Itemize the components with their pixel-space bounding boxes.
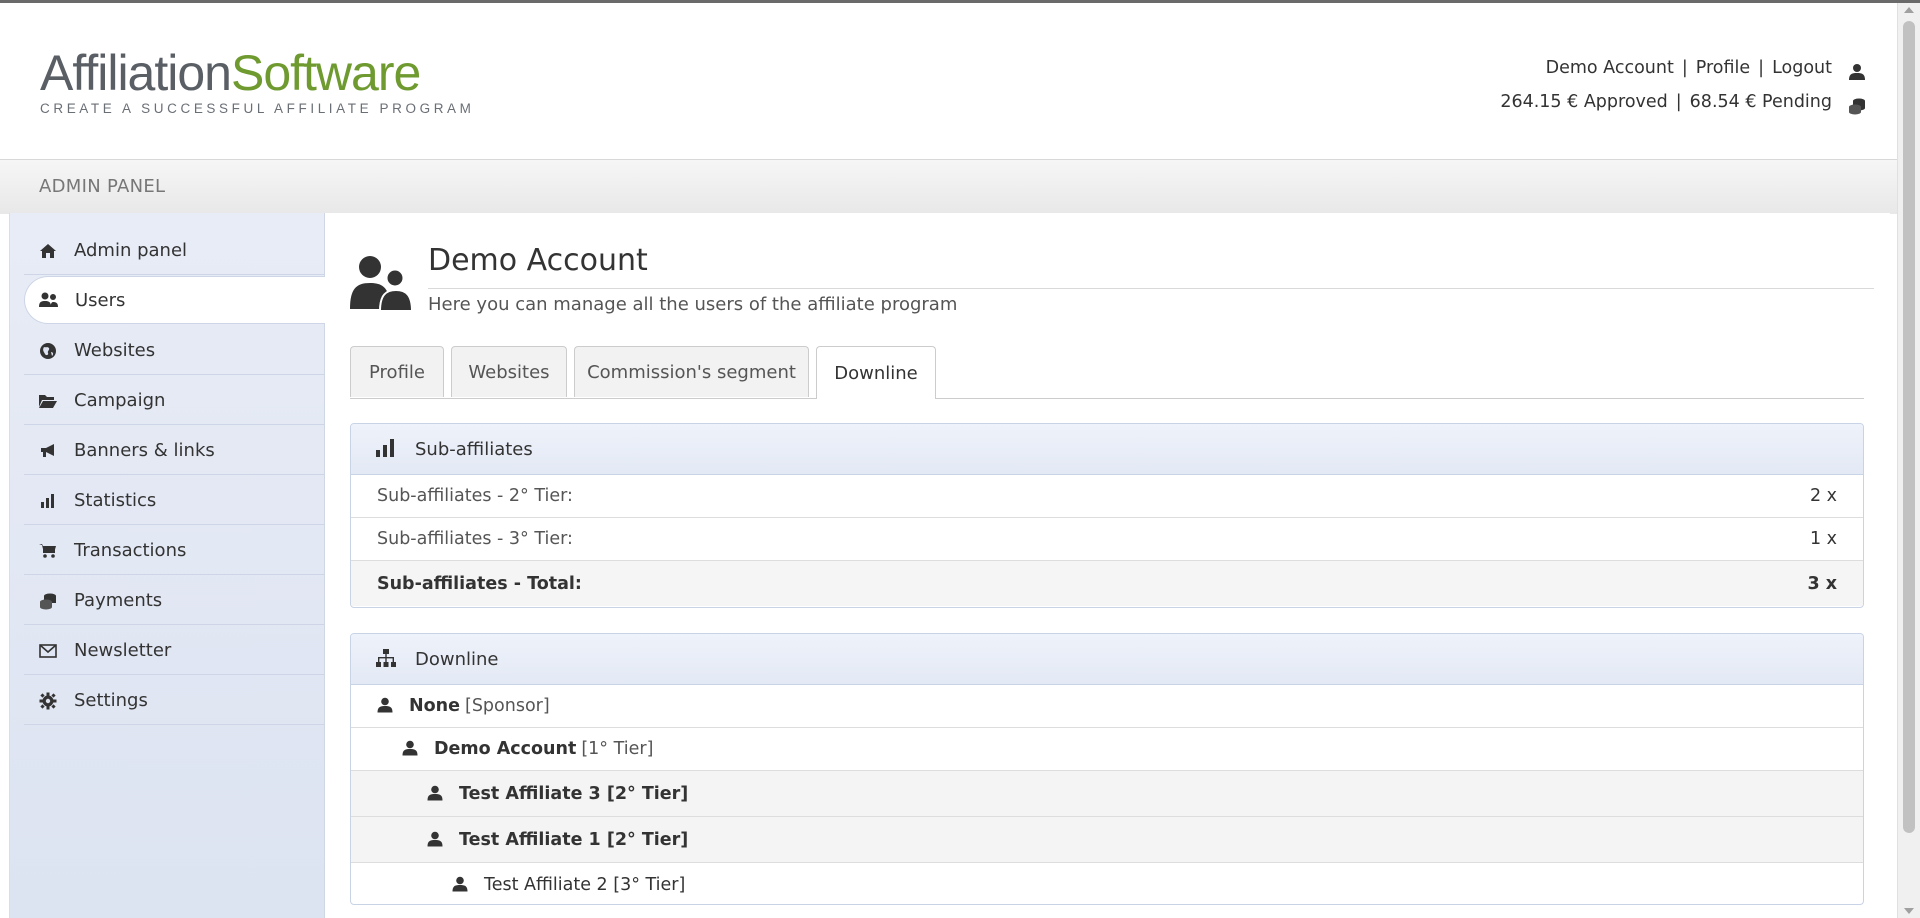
users-icon: [39, 290, 59, 310]
logout-link[interactable]: Logout: [1772, 51, 1832, 85]
logo-tagline: CREATE A SUCCESSFUL AFFILIATE PROGRAM: [40, 101, 475, 116]
gear-icon: [38, 691, 58, 711]
cart-icon: [38, 541, 58, 561]
downline-row-tier1: Demo Account [1° Tier]: [351, 728, 1863, 771]
subaffiliates-panel: Sub-affiliates Sub-affiliates - 2° Tier:…: [350, 423, 1864, 608]
user-links: Demo Account | Profile | Logout 264.15 €…: [1500, 51, 1866, 119]
page-scrollbar[interactable]: [1897, 3, 1920, 918]
downline-row-sponsor: None [Sponsor]: [351, 685, 1863, 728]
sidebar-item-newsletter[interactable]: Newsletter: [24, 627, 324, 675]
downline-name: Test Affiliate 2 [3° Tier]: [484, 874, 686, 895]
page-body: Admin panel Users Websites Campaign Bann…: [9, 213, 1890, 918]
bar-chart-icon: [375, 438, 397, 460]
approved-balance: 264.15 € Approved: [1500, 92, 1668, 112]
sidebar: Admin panel Users Websites Campaign Bann…: [10, 213, 325, 918]
downline-row-test-affiliate-1[interactable]: Test Affiliate 1 [2° Tier]: [351, 817, 1863, 863]
sidebar-item-label: Settings: [74, 690, 148, 711]
downline-tier: [Sponsor]: [465, 696, 550, 716]
downline-name: Demo Account: [434, 739, 577, 759]
sidebar-item-label: Admin panel: [74, 240, 188, 261]
downline-name[interactable]: Test Affiliate 1 [2° Tier]: [459, 830, 688, 850]
subaffiliates-row-tier3: Sub-affiliates - 3° Tier: 1 x: [351, 518, 1863, 561]
page-title: Demo Account: [428, 243, 648, 278]
panel-header: Sub-affiliates: [351, 424, 1863, 475]
title-divider: [428, 288, 1874, 289]
scroll-down-icon[interactable]: [1904, 908, 1914, 914]
downline-name[interactable]: Test Affiliate 3 [2° Tier]: [459, 784, 688, 804]
logo-word-affiliation: Affiliation: [40, 45, 232, 101]
coins-icon: [1848, 93, 1866, 115]
row-value: 1 x: [1809, 529, 1837, 549]
user-icon: [452, 876, 470, 894]
sidebar-item-label: Newsletter: [74, 640, 172, 661]
sitemap-icon: [375, 648, 397, 670]
sidebar-item-users[interactable]: Users: [24, 276, 325, 324]
downline-row-test-affiliate-2: Test Affiliate 2 [3° Tier]: [351, 863, 1863, 904]
scrollbar-thumb[interactable]: [1903, 21, 1915, 833]
bar-chart-icon: [38, 491, 58, 511]
subaffiliates-row-total: Sub-affiliates - Total: 3 x: [351, 561, 1863, 606]
account-link[interactable]: Demo Account: [1546, 51, 1674, 85]
sidebar-item-label: Statistics: [74, 490, 157, 511]
row-label: Sub-affiliates - 3° Tier:: [377, 529, 573, 549]
home-icon: [38, 241, 58, 261]
subaffiliates-row-tier2: Sub-affiliates - 2° Tier: 2 x: [351, 475, 1863, 518]
user-icon: [427, 785, 445, 803]
row-value: 2 x: [1809, 486, 1837, 506]
row-label: Sub-affiliates - Total:: [377, 573, 582, 594]
sidebar-item-settings[interactable]: Settings: [24, 677, 324, 725]
sidebar-item-transactions[interactable]: Transactions: [24, 527, 324, 575]
page-subtitle: Here you can manage all the users of the…: [428, 294, 958, 315]
pending-balance: 68.54 € Pending: [1689, 92, 1832, 112]
sidebar-item-label: Users: [75, 289, 126, 311]
user-icon: [377, 697, 395, 715]
site-header: AffiliationSoftware CREATE A SUCCESSFUL …: [0, 3, 1898, 159]
sidebar-item-payments[interactable]: Payments: [24, 577, 324, 625]
bullhorn-icon: [38, 441, 58, 461]
admin-panel-bar: ADMIN PANEL: [0, 159, 1898, 214]
downline-name: None: [409, 696, 460, 716]
panel-title: Downline: [415, 648, 499, 670]
downline-panel: Downline None [Sponsor] Demo Account [1° T…: [350, 633, 1864, 905]
sidebar-item-statistics[interactable]: Statistics: [24, 477, 324, 525]
globe-icon: [38, 341, 58, 361]
downline-tier: [1° Tier]: [581, 739, 654, 759]
sidebar-item-label: Campaign: [74, 390, 166, 411]
row-label: Sub-affiliates - 2° Tier:: [377, 486, 573, 506]
users-large-icon: [350, 253, 414, 313]
sidebar-item-label: Transactions: [74, 540, 187, 561]
envelope-icon: [38, 641, 58, 661]
user-icon: [402, 740, 420, 758]
tab-profile[interactable]: Profile: [350, 346, 444, 397]
folder-open-icon: [38, 391, 58, 411]
user-icon: [1848, 59, 1866, 80]
panel-header: Downline: [351, 634, 1863, 685]
page-header: Demo Account Here you can manage all the…: [350, 243, 1874, 323]
sidebar-item-campaign[interactable]: Campaign: [24, 377, 324, 425]
separator: |: [1758, 58, 1765, 78]
logo-word-software: Software: [230, 45, 421, 101]
coins-icon: [38, 591, 58, 611]
admin-panel-label: ADMIN PANEL: [39, 176, 166, 197]
sidebar-item-websites[interactable]: Websites: [24, 327, 324, 375]
tab-bar: Profile Websites Commission's segment Do…: [350, 346, 1864, 399]
separator: |: [1675, 92, 1682, 112]
downline-row-test-affiliate-3[interactable]: Test Affiliate 3 [2° Tier]: [351, 771, 1863, 817]
separator: |: [1681, 58, 1688, 78]
scroll-up-icon[interactable]: [1904, 7, 1914, 13]
sidebar-item-admin-panel[interactable]: Admin panel: [24, 227, 324, 275]
logo[interactable]: AffiliationSoftware CREATE A SUCCESSFUL …: [40, 45, 475, 123]
row-value: 3 x: [1807, 573, 1837, 594]
tab-websites[interactable]: Websites: [451, 346, 567, 397]
tab-downline[interactable]: Downline: [816, 346, 936, 399]
sidebar-item-label: Websites: [74, 340, 156, 361]
user-icon: [427, 831, 445, 849]
profile-link[interactable]: Profile: [1696, 51, 1750, 85]
tab-commissions-segment[interactable]: Commission's segment: [574, 346, 809, 397]
sidebar-item-label: Payments: [74, 590, 163, 611]
sidebar-item-banners-links[interactable]: Banners & links: [24, 427, 324, 475]
panel-title: Sub-affiliates: [415, 438, 533, 460]
sidebar-item-label: Banners & links: [74, 440, 215, 461]
